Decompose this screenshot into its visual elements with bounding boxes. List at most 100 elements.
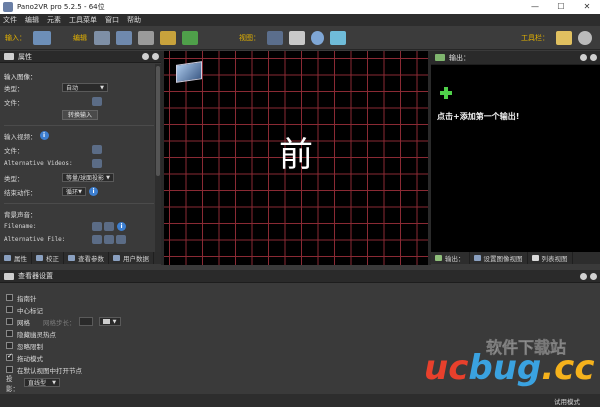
panorama-viewer[interactable]: 前 [164, 51, 428, 265]
tools-label: 工具栏： [521, 33, 549, 42]
audio-alt-clear-icon[interactable] [92, 235, 102, 244]
tour-icon[interactable] [182, 30, 198, 45]
info-icon[interactable]: i [89, 187, 98, 196]
tab-image-view[interactable]: 设置图像视图 [470, 252, 528, 264]
correction-icon [36, 255, 43, 261]
option-row[interactable]: 忽略限制 [6, 341, 43, 351]
add-output-icon[interactable] [440, 87, 452, 99]
chevron-down-icon: ▼ [106, 174, 110, 181]
ignore-limits-checkbox[interactable] [6, 342, 13, 349]
binoculars-icon[interactable] [267, 30, 283, 45]
video-type-select[interactable]: 等量/球面投影 ▼ [62, 173, 114, 182]
fish-icon[interactable] [330, 30, 346, 45]
option-label: 忽略限制 [17, 342, 43, 351]
projection-value: 直线型 [28, 380, 47, 387]
settings-icon[interactable] [556, 30, 572, 45]
image-icon[interactable] [138, 30, 154, 45]
close-panel-icon[interactable] [590, 272, 597, 280]
grid-step-label: 网格步长： [43, 318, 76, 327]
projection-select[interactable]: 直线型 ▼ [24, 378, 60, 387]
hide-ghost-hotspots-checkbox[interactable] [6, 330, 13, 337]
float-icon[interactable] [580, 54, 587, 61]
info-icon[interactable]: i [39, 131, 49, 140]
input-label: 输入： [5, 33, 26, 42]
properties-panel: 输入图像： 类型： 自动 ▼ 文件： 转换输入 输入视频： i 文件： Alter… [0, 63, 162, 252]
close-panel-icon[interactable] [152, 53, 159, 60]
pattern-icon[interactable] [94, 30, 110, 45]
video-type-value: 等量/球面投影 [66, 175, 105, 182]
tab-properties[interactable]: 属性 [0, 252, 32, 264]
audio-alt-browse-icon[interactable] [116, 235, 126, 244]
right-tab-bar: 输出： 设置图像视图 列表视图 [431, 252, 600, 264]
audio-clear-icon[interactable] [92, 222, 102, 231]
viewing-params-icon[interactable] [116, 30, 132, 45]
scrollbar-thumb[interactable] [156, 66, 160, 176]
alt-videos-label: Alternative Videos: [4, 160, 73, 167]
close-panel-icon[interactable] [590, 54, 597, 61]
drag-mode-checkbox[interactable] [6, 352, 13, 361]
maximize-button[interactable]: ☐ [548, 0, 574, 14]
viewer-settings-title: 查看器设置 [18, 272, 53, 280]
option-row[interactable]: 指南针 [6, 293, 37, 303]
film-reel-icon[interactable] [578, 30, 592, 45]
watermark-logo: 软件下载站 ucbug.cc [424, 330, 600, 394]
tab-label: 输出： [445, 255, 465, 263]
option-row[interactable]: 网格 网格步长： ▼ [6, 317, 121, 327]
image-type-select[interactable]: 自动 ▼ [62, 83, 108, 92]
tab-list-view[interactable]: 列表视图 [528, 252, 573, 264]
menu-bar: 文件 编辑 元素 工具菜单 窗口 帮助 [0, 14, 600, 26]
panorama-input-icon[interactable] [33, 30, 51, 45]
tab-user-data[interactable]: 用户数据 [109, 252, 154, 264]
input-video-row: 输入视频： i [4, 130, 49, 141]
tab-output[interactable]: 输出： [431, 252, 470, 264]
info-icon[interactable]: i [117, 222, 126, 231]
audio-browse-icon[interactable] [104, 222, 114, 231]
end-action-row: 结束动作： 循环 ▼ i [4, 186, 98, 197]
video-file-browse-icon[interactable] [92, 145, 102, 154]
option-label: 拖动模式 [17, 354, 43, 363]
tab-correction[interactable]: 校正 [32, 252, 64, 264]
output-header: 输出： [431, 51, 600, 65]
clipboard-icon[interactable] [289, 30, 305, 45]
image-file-browse-icon[interactable] [92, 97, 102, 106]
package-icon[interactable] [160, 30, 176, 45]
center-mark-checkbox[interactable] [6, 306, 13, 313]
minimize-button[interactable]: — [522, 0, 548, 14]
audio-alt-gear-icon[interactable] [104, 235, 114, 244]
end-action-select[interactable]: 循环 ▼ [62, 187, 86, 196]
option-row[interactable]: 拖动模式 [6, 352, 43, 363]
option-row[interactable]: 隐藏幽灵热点 [6, 329, 56, 339]
menu-window[interactable]: 窗口 [105, 15, 119, 25]
compass-checkbox[interactable] [6, 294, 13, 301]
video-file-label: 文件： [4, 146, 24, 155]
status-bar: 试用模式 [0, 394, 600, 407]
image-file-label: 文件： [4, 98, 24, 107]
clock-icon[interactable] [311, 30, 324, 45]
output-panel: 点击+添加第一个输出! [431, 65, 600, 252]
convert-input-button[interactable]: 转换输入 [62, 109, 99, 120]
audio-alt-row: Alternative File: [4, 234, 126, 245]
tab-label: 属性 [14, 255, 27, 263]
output-icon [435, 255, 442, 261]
float-icon[interactable] [142, 53, 149, 60]
user-data-icon [113, 255, 120, 261]
menu-elements[interactable]: 元素 [47, 15, 61, 25]
float-icon[interactable] [580, 272, 587, 280]
grid-color-select[interactable]: ▼ [98, 317, 121, 326]
panel-controls [580, 54, 600, 61]
menu-file[interactable]: 文件 [3, 15, 17, 25]
close-button[interactable]: ✕ [574, 0, 600, 14]
tab-view-params[interactable]: 查看参数 [64, 252, 109, 264]
grid-step-input[interactable] [78, 317, 93, 326]
option-label: 网格 [17, 318, 30, 327]
option-row[interactable]: 中心标记 [6, 305, 43, 315]
menu-tools[interactable]: 工具菜单 [69, 15, 97, 25]
window-title: Pano2VR pro 5.2.5 - 64位 [17, 3, 105, 11]
video-file-row: 文件： [4, 144, 102, 155]
menu-help[interactable]: 帮助 [127, 15, 141, 25]
menu-edit[interactable]: 编辑 [25, 15, 39, 25]
left-tab-bar: 属性 校正 查看参数 用户数据 [0, 252, 162, 264]
grid-checkbox[interactable] [6, 318, 13, 325]
alt-videos-browse-icon[interactable] [92, 159, 102, 168]
option-label: 隐藏幽灵热点 [17, 330, 56, 339]
